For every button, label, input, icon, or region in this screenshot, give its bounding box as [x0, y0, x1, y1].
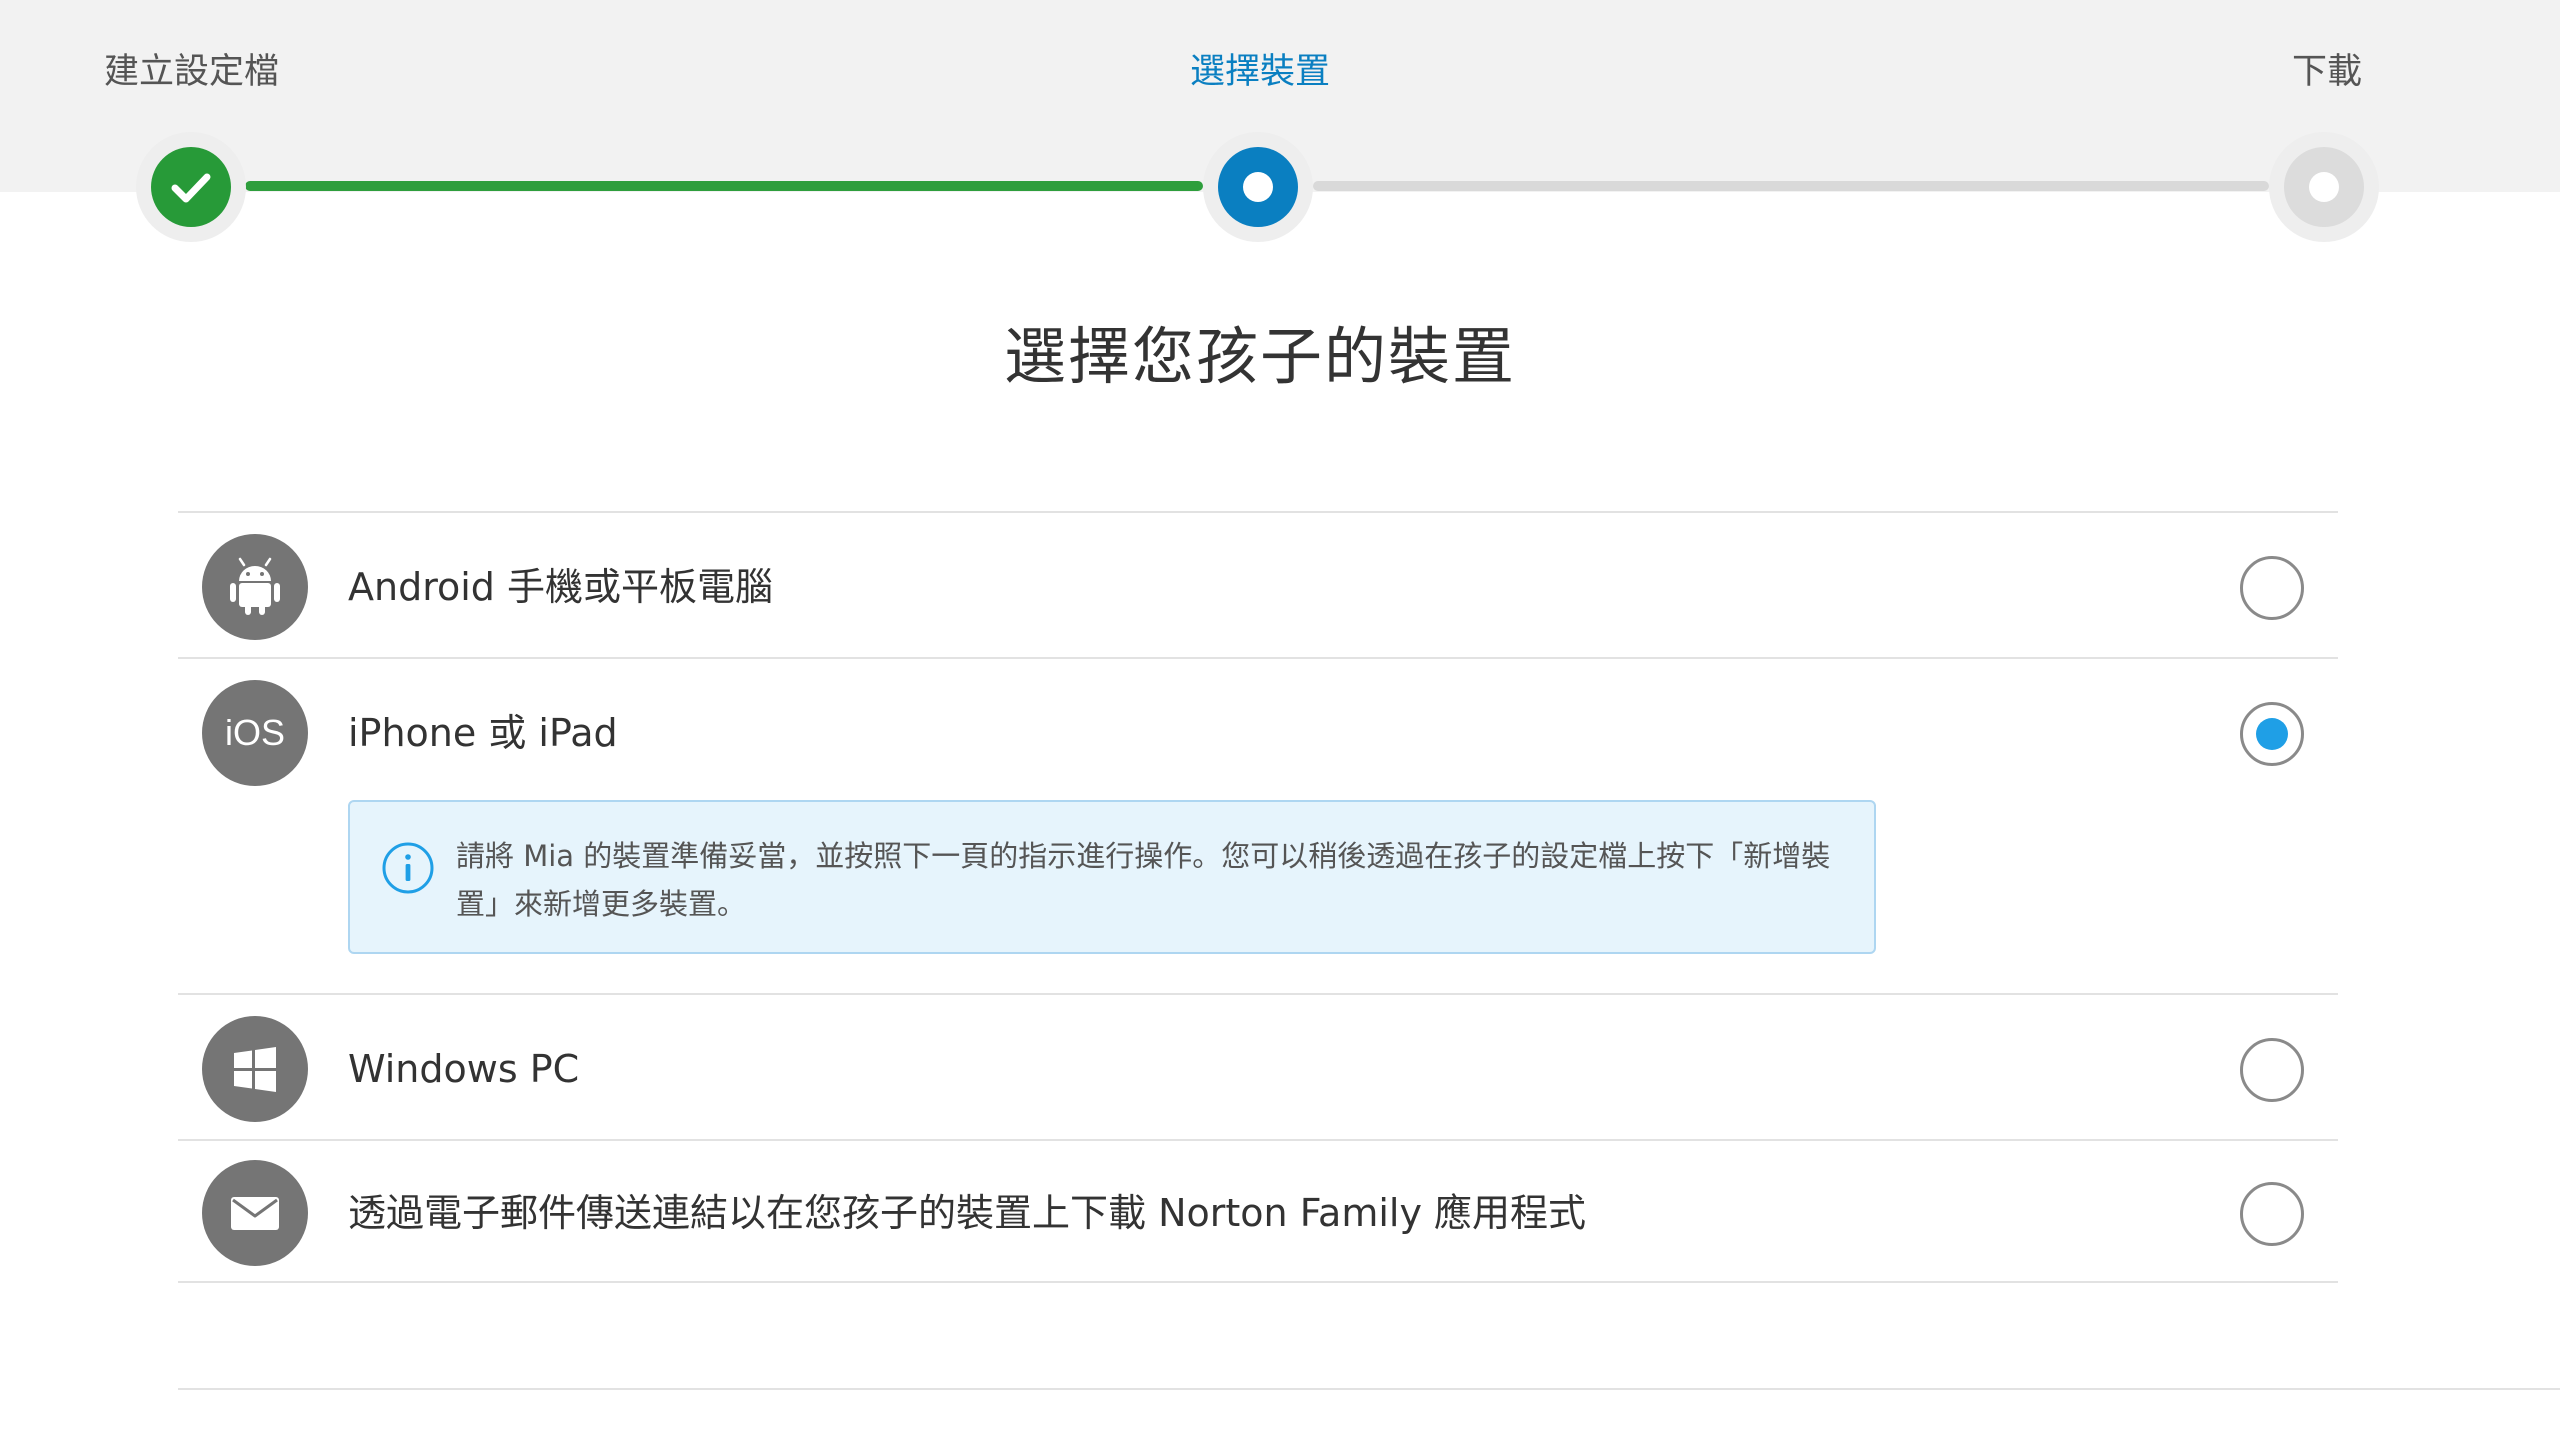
step-node-create-profile	[136, 132, 246, 242]
radio-ios[interactable]	[2240, 702, 2304, 766]
radio-email-link[interactable]	[2240, 1182, 2304, 1246]
device-option-label: iPhone 或 iPad	[348, 711, 618, 755]
device-option-email-link[interactable]: 透過電子郵件傳送連結以在您孩子的裝置上下載 Norton Family 應用程式	[178, 1143, 2338, 1283]
info-message-text: 請將 Mia 的裝置準備妥當，並按照下一頁的指示進行操作。您可以稍後透過在孩子的…	[456, 839, 1831, 921]
info-icon	[382, 842, 434, 894]
step-node-download	[2269, 132, 2379, 242]
radio-selected-dot	[2256, 718, 2288, 750]
device-option-label: 透過電子郵件傳送連結以在您孩子的裝置上下載 Norton Family 應用程式	[348, 1191, 1587, 1235]
ios-icon: iOS	[202, 680, 308, 786]
android-icon	[202, 534, 308, 640]
list-divider	[178, 511, 2338, 513]
current-step-dot-icon	[1243, 172, 1273, 202]
radio-windows[interactable]	[2240, 1038, 2304, 1102]
pending-step-dot-icon	[2309, 172, 2339, 202]
device-option-windows[interactable]: Windows PC	[178, 999, 2338, 1139]
device-option-android[interactable]: Android 手機或平板電腦	[178, 517, 2338, 657]
device-option-ios[interactable]: iOS iPhone 或 iPad	[178, 663, 2338, 803]
windows-icon	[202, 1016, 308, 1122]
step-label-create-profile: 建立設定檔	[104, 52, 280, 92]
device-option-label: Android 手機或平板電腦	[348, 565, 773, 609]
step-node-select-device	[1203, 132, 1313, 242]
stepper-progress-remaining	[1313, 181, 2269, 191]
list-divider	[178, 993, 2338, 995]
step-label-download: 下載	[2292, 52, 2363, 92]
step-label-select-device: 選擇裝置	[1190, 52, 1331, 92]
list-divider	[178, 1139, 2338, 1141]
device-option-label: Windows PC	[348, 1047, 580, 1091]
info-message-box: 請將 Mia 的裝置準備妥當，並按照下一頁的指示進行操作。您可以稍後透過在孩子的…	[348, 800, 1876, 954]
ios-icon-text: iOS	[224, 712, 285, 753]
page: 建立設定檔 選擇裝置 下載 選擇您孩子的裝置 Android 手機或平板電腦 i…	[0, 0, 2560, 1440]
footer-divider	[178, 1388, 2560, 1390]
email-icon	[202, 1160, 308, 1266]
checkmark-icon	[171, 173, 211, 203]
radio-android[interactable]	[2240, 556, 2304, 620]
page-title: 選擇您孩子的裝置	[1003, 320, 1516, 393]
list-divider	[178, 657, 2338, 659]
stepper-progress-complete	[245, 181, 1203, 191]
